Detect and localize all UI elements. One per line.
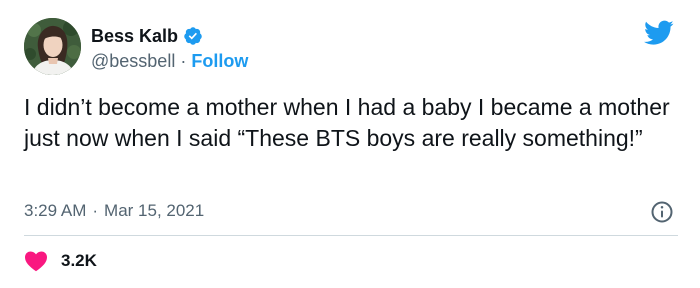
- avatar[interactable]: [24, 18, 81, 75]
- like-count: 3.2K: [61, 251, 97, 270]
- tweet-time: 3:29 AM: [24, 201, 87, 220]
- heart-icon: [25, 251, 47, 272]
- twitter-bird-icon[interactable]: [644, 20, 674, 46]
- tweet-timestamp[interactable]: 3:29 AM · Mar 15, 2021: [24, 201, 204, 221]
- separator-dot: ·: [180, 50, 187, 71]
- verified-badge-icon: [184, 27, 202, 45]
- info-icon[interactable]: [650, 200, 674, 224]
- tweet-card: Bess Kalb @bessbell · Follow I didn’t be…: [0, 0, 700, 288]
- tweet-text: I didn’t become a mother when I had a ba…: [24, 94, 670, 151]
- follow-button[interactable]: Follow: [191, 51, 248, 72]
- author-name-row: Bess Kalb: [91, 24, 203, 48]
- author-display-name[interactable]: Bess Kalb: [91, 26, 178, 47]
- separator-dot: ·: [92, 201, 99, 220]
- author-handle-row: @bessbell · Follow: [91, 50, 248, 72]
- avatar-photo: [24, 18, 81, 75]
- tweet-date: Mar 15, 2021: [104, 201, 205, 220]
- author-handle[interactable]: @bessbell: [91, 51, 175, 72]
- like-button[interactable]: 3.2K: [24, 248, 97, 274]
- divider: [24, 235, 678, 236]
